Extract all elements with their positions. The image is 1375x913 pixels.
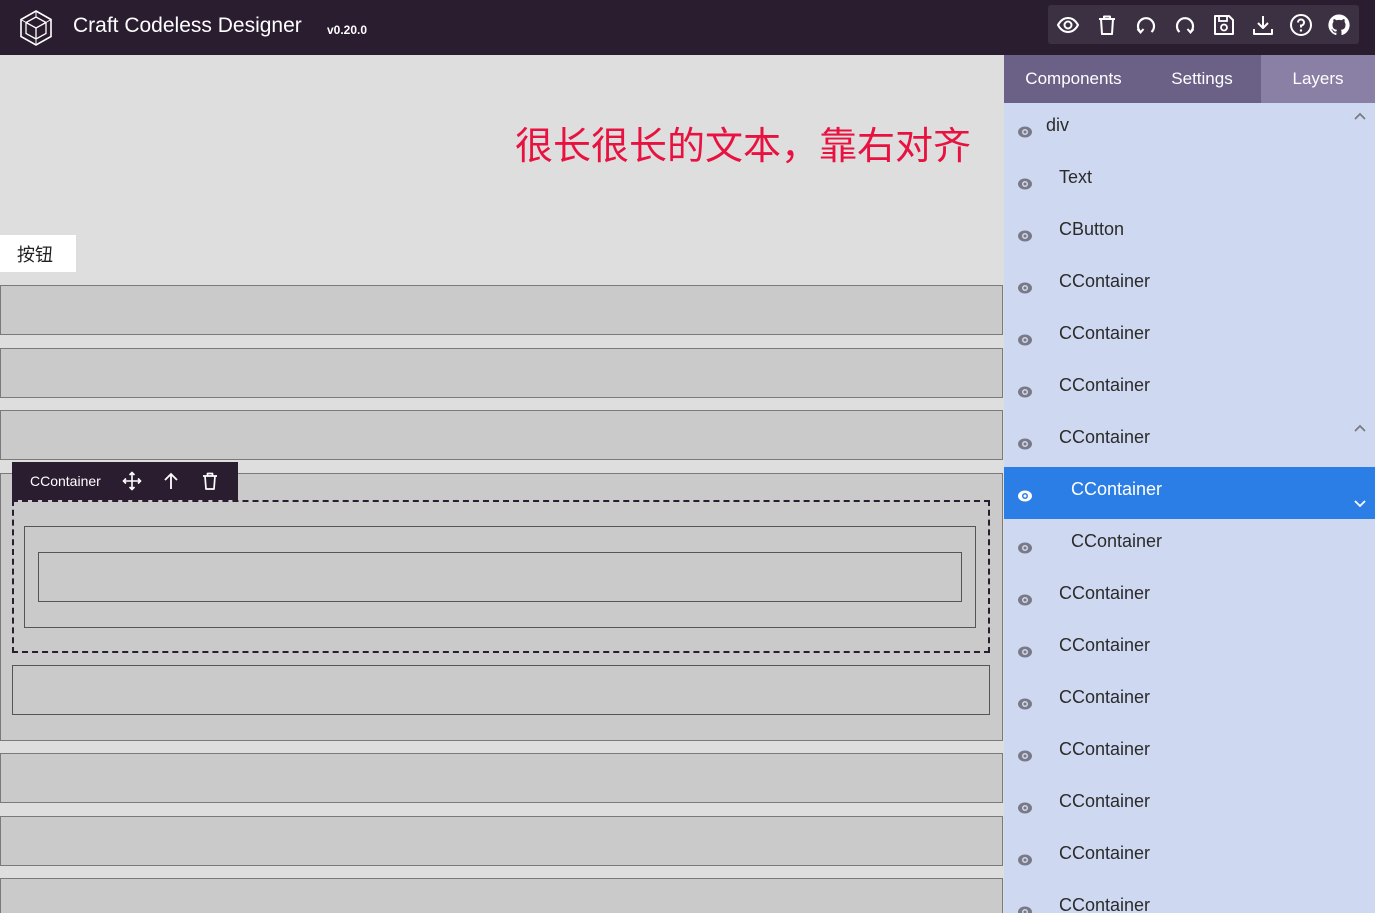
layer-name: CContainer — [1059, 427, 1151, 447]
layer-item[interactable]: CContainer — [1004, 571, 1375, 623]
header-toolbar — [1048, 5, 1359, 44]
eye-icon[interactable] — [1017, 801, 1033, 815]
layer-name: CContainer — [1059, 271, 1151, 291]
move-icon[interactable] — [122, 471, 142, 491]
layer-item[interactable]: CContainer — [1004, 675, 1375, 727]
layer-name: CContainer — [1059, 323, 1151, 343]
selection-toolbar: CContainer — [12, 462, 238, 500]
layer-item[interactable]: CContainer — [1004, 883, 1375, 913]
layer-name: CContainer — [1059, 843, 1151, 863]
eye-icon[interactable] — [1056, 13, 1080, 37]
layer-item[interactable]: div — [1004, 103, 1375, 155]
eye-icon[interactable] — [1017, 541, 1033, 555]
layer-name: CContainer — [1059, 687, 1151, 707]
eye-icon[interactable] — [1017, 853, 1033, 867]
download-icon[interactable] — [1251, 13, 1275, 37]
layer-item[interactable]: CContainer — [1004, 779, 1375, 831]
help-icon[interactable] — [1289, 13, 1313, 37]
app-title: Craft Codeless Designer — [73, 14, 302, 37]
github-icon[interactable] — [1327, 13, 1351, 37]
long-text[interactable]: 很长很长的文本，靠右对齐 — [515, 115, 971, 170]
eye-icon[interactable] — [1017, 905, 1033, 913]
eye-icon[interactable] — [1017, 593, 1033, 607]
eye-icon[interactable] — [1017, 385, 1033, 399]
container-row[interactable] — [0, 348, 1003, 398]
side-panel: Components Settings Layers div Text CButto… — [1004, 55, 1375, 913]
arrow-up-icon[interactable] — [161, 471, 181, 491]
layer-item[interactable]: CButton — [1004, 207, 1375, 259]
save-icon[interactable] — [1212, 13, 1236, 37]
trash-icon[interactable] — [200, 471, 220, 491]
container-row[interactable] — [0, 285, 1003, 335]
eye-icon[interactable] — [1017, 489, 1033, 503]
layer-name: CContainer — [1071, 479, 1163, 499]
layer-item[interactable]: CContainer — [1004, 259, 1375, 311]
container-row[interactable] — [0, 816, 1003, 866]
layer-name: CContainer — [1059, 791, 1151, 811]
eye-icon[interactable] — [1017, 697, 1033, 711]
selected-container[interactable] — [12, 500, 990, 653]
container-row[interactable] — [0, 878, 1003, 913]
layer-name: CContainer — [1059, 375, 1151, 395]
eye-icon[interactable] — [1017, 333, 1033, 347]
layer-item[interactable]: CContainer — [1004, 467, 1375, 519]
layer-item[interactable]: CContainer — [1004, 519, 1375, 571]
layer-item[interactable]: Text — [1004, 155, 1375, 207]
eye-icon[interactable] — [1017, 177, 1033, 191]
tab-components[interactable]: Components — [1004, 55, 1143, 103]
layer-item[interactable]: CContainer — [1004, 363, 1375, 415]
eye-icon[interactable] — [1017, 749, 1033, 763]
layer-name: CButton — [1059, 219, 1125, 239]
layer-item[interactable]: CContainer — [1004, 623, 1375, 675]
chevron-up-icon[interactable] — [1353, 111, 1367, 121]
redo-icon[interactable] — [1173, 13, 1197, 37]
layer-name: CContainer — [1059, 635, 1151, 655]
layer-name: CContainer — [1071, 531, 1163, 551]
chevron-down-icon[interactable] — [1353, 499, 1367, 509]
container-row[interactable] — [0, 410, 1003, 460]
layer-name: Text — [1059, 167, 1093, 187]
layer-item[interactable]: CContainer — [1004, 727, 1375, 779]
chevron-up-icon[interactable] — [1353, 423, 1367, 433]
eye-icon[interactable] — [1017, 229, 1033, 243]
layer-item[interactable]: CContainer — [1004, 831, 1375, 883]
selection-label: CContainer — [30, 473, 101, 489]
canvas-button[interactable]: 按钮 — [0, 235, 76, 272]
eye-icon[interactable] — [1017, 125, 1033, 139]
undo-icon[interactable] — [1134, 13, 1158, 37]
layer-name: CContainer — [1059, 895, 1151, 913]
layer-name: CContainer — [1059, 583, 1151, 603]
layer-name: div — [1046, 115, 1070, 135]
eye-icon[interactable] — [1017, 645, 1033, 659]
design-canvas[interactable]: 很长很长的文本，靠右对齐 按钮 CContainer — [0, 55, 1004, 913]
tab-settings[interactable]: Settings — [1143, 55, 1261, 103]
nested-container-inner[interactable] — [38, 552, 962, 602]
logo-icon — [17, 9, 55, 47]
container-row[interactable] — [0, 753, 1003, 803]
nested-container[interactable] — [24, 526, 976, 628]
sibling-container[interactable] — [12, 665, 990, 715]
eye-icon[interactable] — [1017, 437, 1033, 451]
app-header: Craft Codeless Designer v0.20.0 — [0, 0, 1375, 55]
app-version: v0.20.0 — [327, 23, 368, 37]
layer-item[interactable]: CContainer — [1004, 311, 1375, 363]
eye-icon[interactable] — [1017, 281, 1033, 295]
layer-item[interactable]: CContainer — [1004, 415, 1375, 467]
tab-layers[interactable]: Layers — [1261, 55, 1375, 103]
trash-icon[interactable] — [1095, 13, 1119, 37]
layer-name: CContainer — [1059, 739, 1151, 759]
panel-tabs: Components Settings Layers — [1004, 55, 1375, 103]
